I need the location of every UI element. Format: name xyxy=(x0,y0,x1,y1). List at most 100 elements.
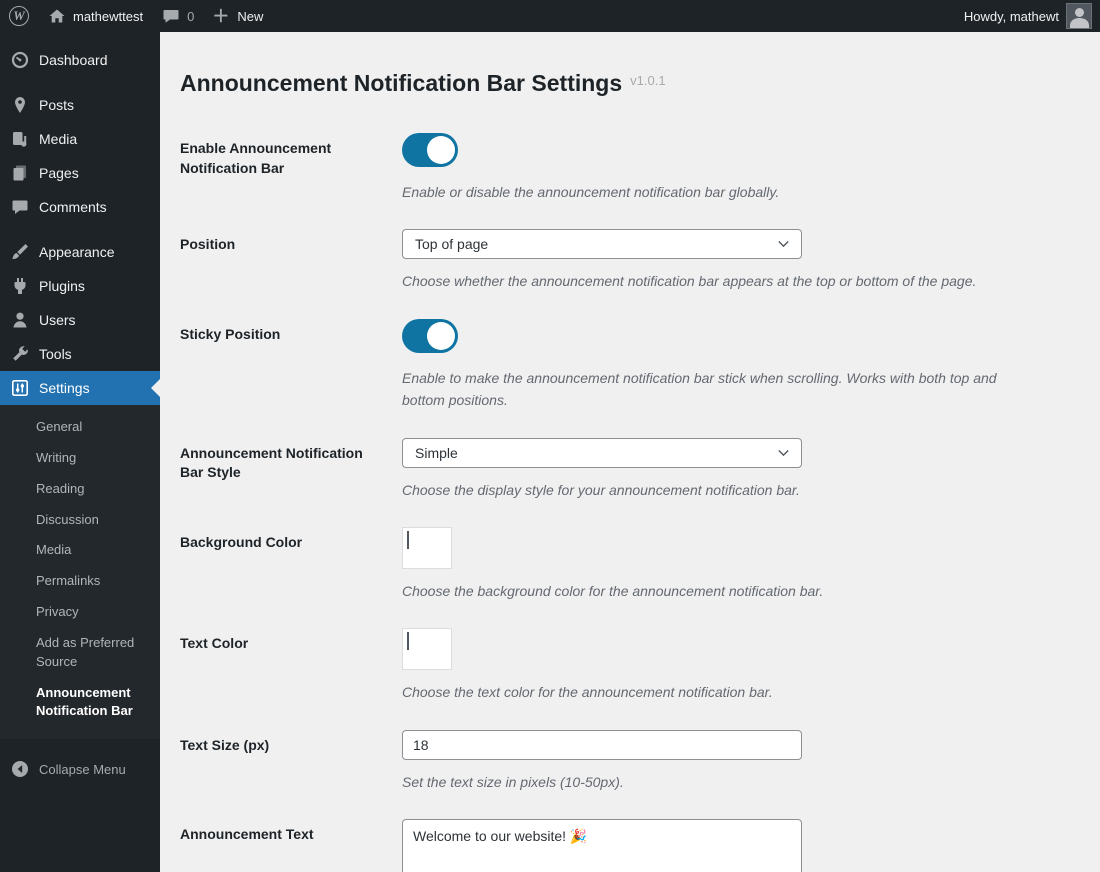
page-title: Announcement Notification Bar Settingsv1… xyxy=(180,70,1072,97)
avatar xyxy=(1066,3,1092,29)
settings-submenu: General Writing Reading Discussion Media… xyxy=(0,405,160,739)
active-menu-notch xyxy=(151,379,160,397)
plug-icon xyxy=(10,276,30,296)
style-label: Announcement Notification Bar Style xyxy=(180,438,370,501)
submenu-item-add-as-preferred-source[interactable]: Add as Preferred Source xyxy=(0,628,160,678)
new-label: New xyxy=(237,9,263,24)
toggle-knob xyxy=(427,136,455,164)
collapse-arrow-icon xyxy=(10,759,30,779)
field-row-sticky: Sticky Position Enable to make the annou… xyxy=(180,319,1072,412)
sidebar-item-label: Posts xyxy=(39,97,74,113)
comments-shortcut[interactable]: 0 xyxy=(152,0,203,32)
sidebar-item-label: Appearance xyxy=(39,244,115,260)
text-color-picker[interactable] xyxy=(402,628,452,670)
media-icon xyxy=(10,129,30,149)
new-content-button[interactable]: ＋ New xyxy=(203,0,272,32)
submenu-item-writing[interactable]: Writing xyxy=(0,443,160,474)
bg-color-description: Choose the background color for the anno… xyxy=(402,580,1034,602)
sidebar-item-label: Users xyxy=(39,312,76,328)
site-name: mathewttest xyxy=(73,9,143,24)
wordpress-logo-icon: W xyxy=(9,6,29,26)
comments-icon xyxy=(10,197,30,217)
site-name-link[interactable]: mathewttest xyxy=(38,0,152,32)
user-icon xyxy=(10,310,30,330)
chevron-down-icon xyxy=(778,240,789,248)
sidebar-item-settings[interactable]: Settings xyxy=(0,371,160,405)
sidebar-item-users[interactable]: Users xyxy=(0,303,160,337)
sidebar-item-plugins[interactable]: Plugins xyxy=(0,269,160,303)
field-row-text-size: Text Size (px) Set the text size in pixe… xyxy=(180,730,1072,793)
pages-icon xyxy=(10,163,30,183)
submenu-item-general[interactable]: General xyxy=(0,412,160,443)
field-row-style: Announcement Notification Bar Style Simp… xyxy=(180,438,1072,501)
background-color-picker[interactable] xyxy=(402,527,452,569)
sidebar-item-dashboard[interactable]: Dashboard xyxy=(0,43,160,77)
submenu-item-discussion[interactable]: Discussion xyxy=(0,505,160,536)
enable-description: Enable or disable the announcement notif… xyxy=(402,181,1034,203)
comment-bubble-icon xyxy=(161,6,181,26)
sticky-toggle[interactable] xyxy=(402,319,458,353)
pushpin-icon xyxy=(10,95,30,115)
position-select-value: Top of page xyxy=(415,236,488,252)
style-select-value: Simple xyxy=(415,445,458,461)
sidebar-item-pages[interactable]: Pages xyxy=(0,156,160,190)
submenu-item-media[interactable]: Media xyxy=(0,535,160,566)
field-row-text-color: Text Color Choose the text color for the… xyxy=(180,628,1072,703)
position-label: Position xyxy=(180,229,370,292)
wrench-icon xyxy=(10,344,30,364)
sidebar-item-label: Comments xyxy=(39,199,107,215)
text-size-input[interactable] xyxy=(402,730,802,760)
sidebar-item-label: Plugins xyxy=(39,278,85,294)
submenu-item-announcement-notification-bar[interactable]: Announcement Notification Bar xyxy=(0,678,160,728)
howdy-text: Howdy, mathewt xyxy=(964,9,1059,24)
sidebar-item-tools[interactable]: Tools xyxy=(0,337,160,371)
announcement-text-input[interactable]: Welcome to our website! 🎉 xyxy=(402,819,802,872)
admin-bar: W mathewttest 0 ＋ New Howdy, mathewt xyxy=(0,0,1100,32)
dashboard-icon xyxy=(10,50,30,70)
collapse-menu-label: Collapse Menu xyxy=(39,762,126,777)
sidebar-item-posts[interactable]: Posts xyxy=(0,88,160,122)
style-select[interactable]: Simple xyxy=(402,438,802,468)
toggle-knob xyxy=(427,322,455,350)
home-icon xyxy=(47,6,67,26)
submenu-item-permalinks[interactable]: Permalinks xyxy=(0,566,160,597)
field-row-enable: Enable Announcement Notification Bar Ena… xyxy=(180,133,1072,203)
sidebar-item-comments[interactable]: Comments xyxy=(0,190,160,224)
enable-label: Enable Announcement Notification Bar xyxy=(180,133,370,203)
sidebar-item-label: Media xyxy=(39,131,77,147)
sidebar-item-label: Settings xyxy=(39,380,90,396)
bg-color-label: Background Color xyxy=(180,527,370,602)
submenu-item-privacy[interactable]: Privacy xyxy=(0,597,160,628)
field-row-position: Position Top of page Choose whether the … xyxy=(180,229,1072,292)
plugin-version: v1.0.1 xyxy=(630,73,665,88)
position-select[interactable]: Top of page xyxy=(402,229,802,259)
sidebar-item-label: Pages xyxy=(39,165,79,181)
announcement-text-label: Announcement Text xyxy=(180,819,370,872)
sidebar-item-media[interactable]: Media xyxy=(0,122,160,156)
position-description: Choose whether the announcement notifica… xyxy=(402,270,1034,292)
text-color-label: Text Color xyxy=(180,628,370,703)
settings-page: Announcement Notification Bar Settingsv1… xyxy=(160,32,1100,872)
wordpress-menu[interactable]: W xyxy=(0,0,38,32)
field-row-bg-color: Background Color Choose the background c… xyxy=(180,527,1072,602)
text-size-description: Set the text size in pixels (10-50px). xyxy=(402,771,1034,793)
sidebar-item-appearance[interactable]: Appearance xyxy=(0,235,160,269)
settings-sliders-icon xyxy=(10,378,30,398)
chevron-down-icon xyxy=(778,449,789,457)
text-size-label: Text Size (px) xyxy=(180,730,370,793)
enable-toggle[interactable] xyxy=(402,133,458,167)
style-description: Choose the display style for your announ… xyxy=(402,479,1034,501)
sticky-label: Sticky Position xyxy=(180,319,370,412)
sticky-description: Enable to make the announcement notifica… xyxy=(402,367,1034,412)
admin-sidebar: Dashboard Posts Media Pages Comments App… xyxy=(0,32,160,872)
comments-count: 0 xyxy=(187,9,194,24)
submenu-item-reading[interactable]: Reading xyxy=(0,474,160,505)
text-color-description: Choose the text color for the announceme… xyxy=(402,681,1034,703)
sidebar-item-label: Dashboard xyxy=(39,52,108,68)
text-color-swatch xyxy=(407,632,409,650)
field-row-announcement-text: Announcement Text Welcome to our website… xyxy=(180,819,1072,872)
collapse-menu-button[interactable]: Collapse Menu xyxy=(0,749,160,789)
background-color-swatch xyxy=(407,531,409,549)
sidebar-item-label: Tools xyxy=(39,346,72,362)
account-menu[interactable]: Howdy, mathewt xyxy=(956,0,1100,32)
